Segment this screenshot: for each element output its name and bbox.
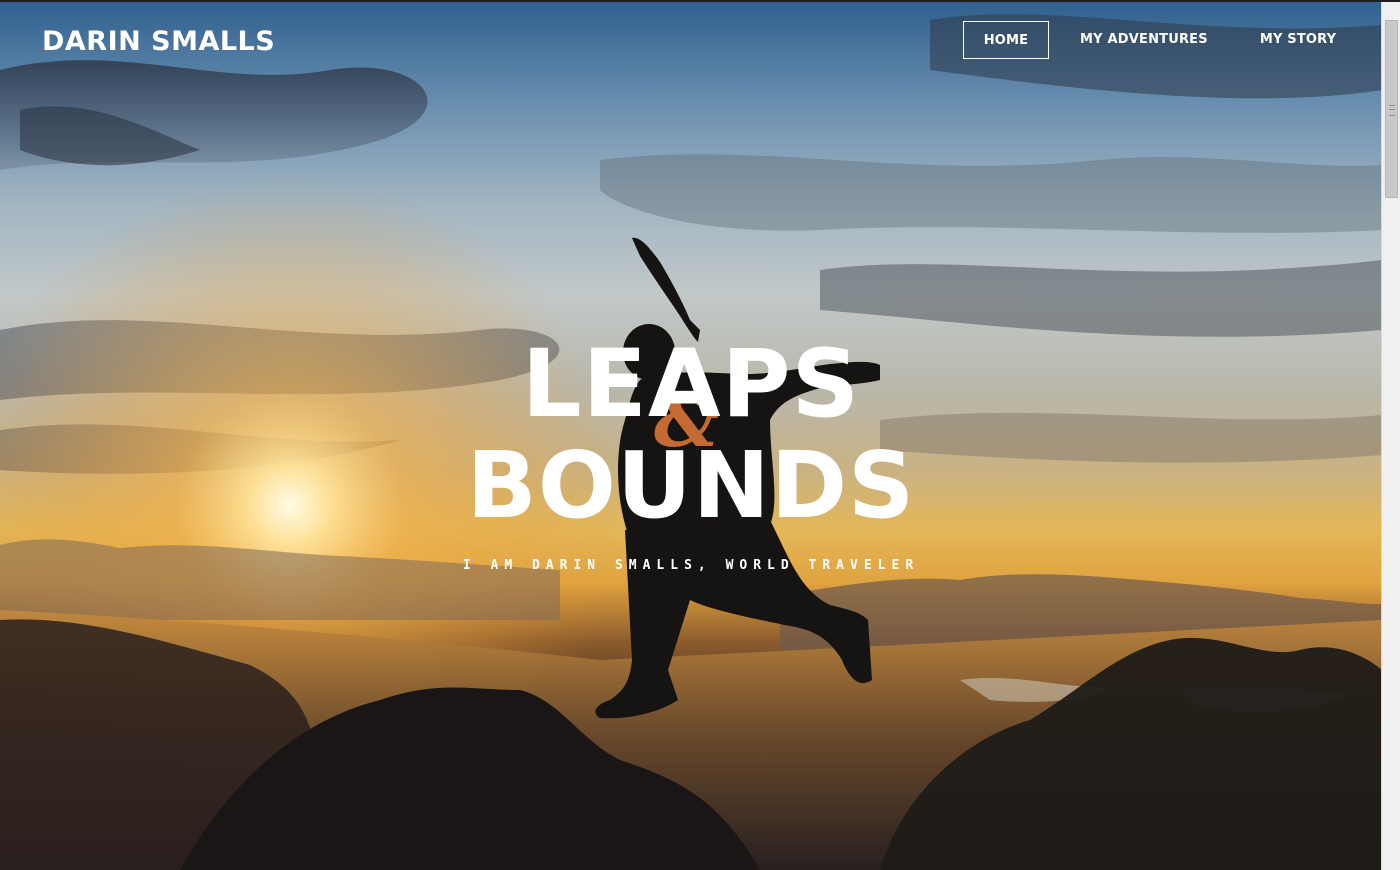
- hero-section: DARIN SMALLS HOME MY ADVENTURES MY STORY…: [0, 0, 1382, 870]
- hero-subtitle: I AM DARIN SMALLS, WORLD TRAVELER: [462, 558, 920, 573]
- main-nav: HOME MY ADVENTURES MY STORY: [963, 21, 1357, 59]
- window-top-border: [0, 0, 1400, 2]
- site-brand-logo[interactable]: DARIN SMALLS: [42, 26, 275, 57]
- vertical-scrollbar[interactable]: [1381, 0, 1400, 870]
- hero-title-line-1: LEAPS: [521, 330, 861, 439]
- nav-my-adventures[interactable]: MY ADVENTURES: [1059, 21, 1229, 59]
- hero-title: LEAPS BOUNDS: [0, 338, 1382, 532]
- browser-viewport: DARIN SMALLS HOME MY ADVENTURES MY STORY…: [0, 0, 1400, 870]
- hero-title-line-2: BOUNDS: [466, 432, 916, 539]
- scrollbar-thumb[interactable]: [1385, 20, 1398, 198]
- nav-home[interactable]: HOME: [963, 21, 1049, 59]
- nav-my-story[interactable]: MY STORY: [1229, 21, 1357, 59]
- scrollbar-grip-icon: [1389, 105, 1395, 116]
